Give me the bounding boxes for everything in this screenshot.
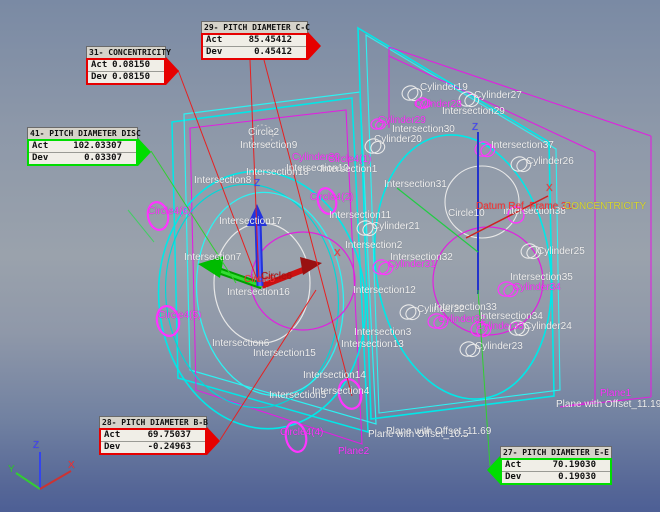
- view-label: Datum Ref. Frame 31-: [476, 201, 575, 212]
- view-label: X: [334, 248, 341, 259]
- view-label: Intersection9: [240, 140, 297, 151]
- view-label: Circle2: [248, 127, 279, 138]
- view-label: Circle4(5): [158, 310, 201, 321]
- view-label: Intersection37: [491, 140, 554, 151]
- callout-title: 41- PITCH DIAMETER DISC: [27, 127, 138, 139]
- view-label: Plane with Offset_11.19: [556, 399, 660, 410]
- act-value: 0.08150: [112, 60, 164, 71]
- view-label: Circle4(4): [280, 427, 323, 438]
- view-label: Cylinder25: [537, 246, 585, 257]
- callout-title: 31- CONCENTRICITY: [86, 46, 166, 58]
- view-label: Intersection11: [329, 210, 391, 221]
- act-row: Act 0.08150: [88, 60, 164, 71]
- view-label: Intersection14: [303, 370, 366, 381]
- dev-row: Dev 0.08150: [88, 71, 164, 83]
- view-label: Cylinder29: [378, 115, 426, 126]
- view-label: Intersection4: [312, 386, 369, 397]
- dev-value: 0.08150: [112, 72, 164, 83]
- view-label: Y: [8, 464, 15, 475]
- view-label: Circle6: [261, 271, 292, 282]
- act-row: Act 85.45412: [203, 35, 306, 46]
- view-label: Z: [254, 178, 260, 189]
- view-label: Plane2: [338, 446, 369, 457]
- dev-value: 0.03307: [56, 153, 136, 164]
- callout-arrow: [207, 427, 220, 455]
- view-label: Intersection16: [227, 287, 290, 298]
- dimension-callout-29[interactable]: 29- PITCH DIAMETER C-C Act 85.45412 Dev …: [201, 21, 308, 60]
- view-label: Intersection2: [345, 240, 402, 251]
- view-label: Intersection7: [184, 252, 241, 263]
- view-label: Circle4(2): [310, 192, 353, 203]
- dev-value: 0.19030: [529, 472, 610, 483]
- act-row: Act 69.75037: [101, 430, 205, 441]
- callout-title: 28- PITCH DIAMETER B-B: [99, 416, 207, 428]
- dev-value: -0.24963: [128, 442, 205, 453]
- dev-value: 0.45412: [230, 47, 306, 58]
- act-value: 85.45412: [230, 35, 306, 46]
- view-label: Plane with Offset_11.69: [386, 426, 491, 437]
- view-label: Intersection13: [341, 339, 404, 350]
- view-label: Intersection31: [384, 179, 447, 190]
- world-axes-triad: [16, 452, 71, 489]
- view-label: X: [68, 460, 75, 471]
- act-row: Act 70.19030: [502, 460, 610, 471]
- dimension-callout-28[interactable]: 28- PITCH DIAMETER B-B Act 69.75037 Dev …: [99, 416, 207, 455]
- view-label: Intersection1: [320, 164, 377, 175]
- view-label: Z: [472, 122, 478, 133]
- view-label: Intersection12: [353, 285, 416, 296]
- view-label: Cylinder24: [524, 321, 572, 332]
- dimension-callout-27[interactable]: 27- PITCH DIAMETER E-E Act 70.19030 Dev …: [500, 446, 612, 485]
- callout-title: 27- PITCH DIAMETER E-E: [500, 446, 612, 458]
- view-label: Cylinder21: [372, 221, 420, 232]
- view-label: Cylinder31: [388, 259, 436, 270]
- dimension-callout-31[interactable]: 31- CONCENTRICITY Act 0.08150 Dev 0.0815…: [86, 46, 166, 85]
- view-label: Cylinder34: [513, 282, 561, 293]
- view-label: Circle4(6): [148, 206, 191, 217]
- callout-arrow: [308, 32, 321, 60]
- dev-row: Dev 0.19030: [502, 471, 610, 483]
- view-label: Intersection8: [194, 175, 251, 186]
- callout-arrow: [487, 456, 500, 484]
- view-label: Circle4(1): [328, 154, 371, 165]
- view-label: Intersection15: [253, 348, 316, 359]
- dev-row: Dev -0.24963: [101, 441, 205, 453]
- callout-arrow: [166, 57, 179, 85]
- view-label: Cylinder19: [420, 82, 468, 93]
- view-label: Cylinder33: [476, 321, 524, 332]
- view-label: X: [546, 183, 553, 194]
- callout-arrow: [138, 138, 151, 166]
- view-label: Z: [33, 440, 39, 451]
- dev-row: Dev 0.45412: [203, 46, 306, 58]
- callout-title: 29- PITCH DIAMETER C-C: [201, 21, 308, 33]
- view-label: Cylinder23: [475, 341, 523, 352]
- act-value: 102.03307: [56, 141, 136, 152]
- view-label: Intersection17: [219, 216, 282, 227]
- view-label: Intersection3: [354, 327, 411, 338]
- 3d-measurement-viewport[interactable]: Circle2Intersection9Intersection18Inters…: [0, 0, 660, 512]
- view-label: Cylinder28: [414, 99, 462, 110]
- view-label: Cylinder27: [474, 90, 522, 101]
- dev-row: Dev 0.03307: [29, 152, 136, 164]
- view-label: CONCENTRICITY: [564, 201, 646, 212]
- act-value: 69.75037: [128, 430, 205, 441]
- view-label: Cylinder26: [526, 156, 574, 167]
- view-label: Cylinder20: [374, 134, 422, 145]
- act-row: Act 102.03307: [29, 141, 136, 152]
- view-label: Plane1: [600, 388, 631, 399]
- dimension-callout-41[interactable]: 41- PITCH DIAMETER DISC Act 102.03307 De…: [27, 127, 138, 166]
- act-value: 70.19030: [529, 460, 610, 471]
